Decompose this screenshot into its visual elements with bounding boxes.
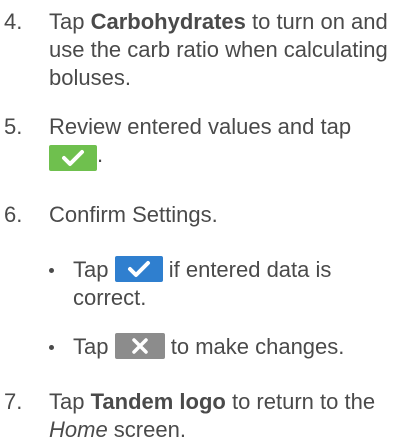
home-label: Home — [49, 417, 108, 442]
step-number: 7. — [4, 389, 23, 414]
step-number: 5. — [4, 114, 23, 139]
step-text: Review entered values and tap . — [49, 113, 399, 172]
bullet-dot — [49, 268, 54, 273]
step-text: Tap Carbohydrates to turn on and use the… — [49, 9, 388, 90]
step-text: Confirm Settings. — [49, 202, 218, 227]
step-number: 4. — [4, 9, 23, 34]
bullet-text: Tap to make changes. — [73, 333, 345, 360]
step-text: Tap Tandem logo to return to the Home sc… — [49, 389, 376, 442]
gray-x-button-icon — [114, 333, 165, 360]
carbohydrates-label: Carbohydrates — [90, 9, 246, 34]
blue-check-button-icon — [114, 256, 163, 283]
tandem-logo-label: Tandem logo — [90, 389, 226, 414]
green-check-button-icon — [49, 145, 97, 172]
step-number: 6. — [4, 202, 23, 227]
bullet-text: Tap if entered data is correct. — [73, 256, 332, 311]
bullet-dot — [49, 345, 54, 350]
instructions-page: 4. Tap Carbohydrates to turn on and use … — [0, 0, 408, 448]
